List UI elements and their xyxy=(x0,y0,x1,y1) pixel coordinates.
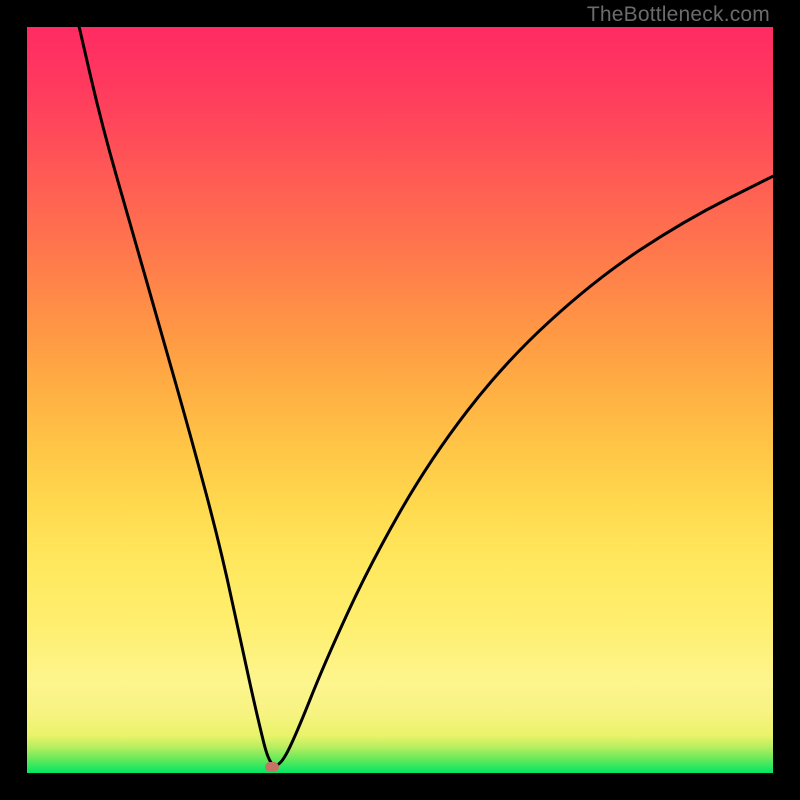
curve-svg xyxy=(27,27,773,773)
min-point-marker xyxy=(265,762,279,772)
bottleneck-curve xyxy=(79,27,773,766)
chart-frame: TheBottleneck.com xyxy=(0,0,800,800)
watermark-text: TheBottleneck.com xyxy=(587,3,770,27)
plot-area xyxy=(27,27,773,773)
